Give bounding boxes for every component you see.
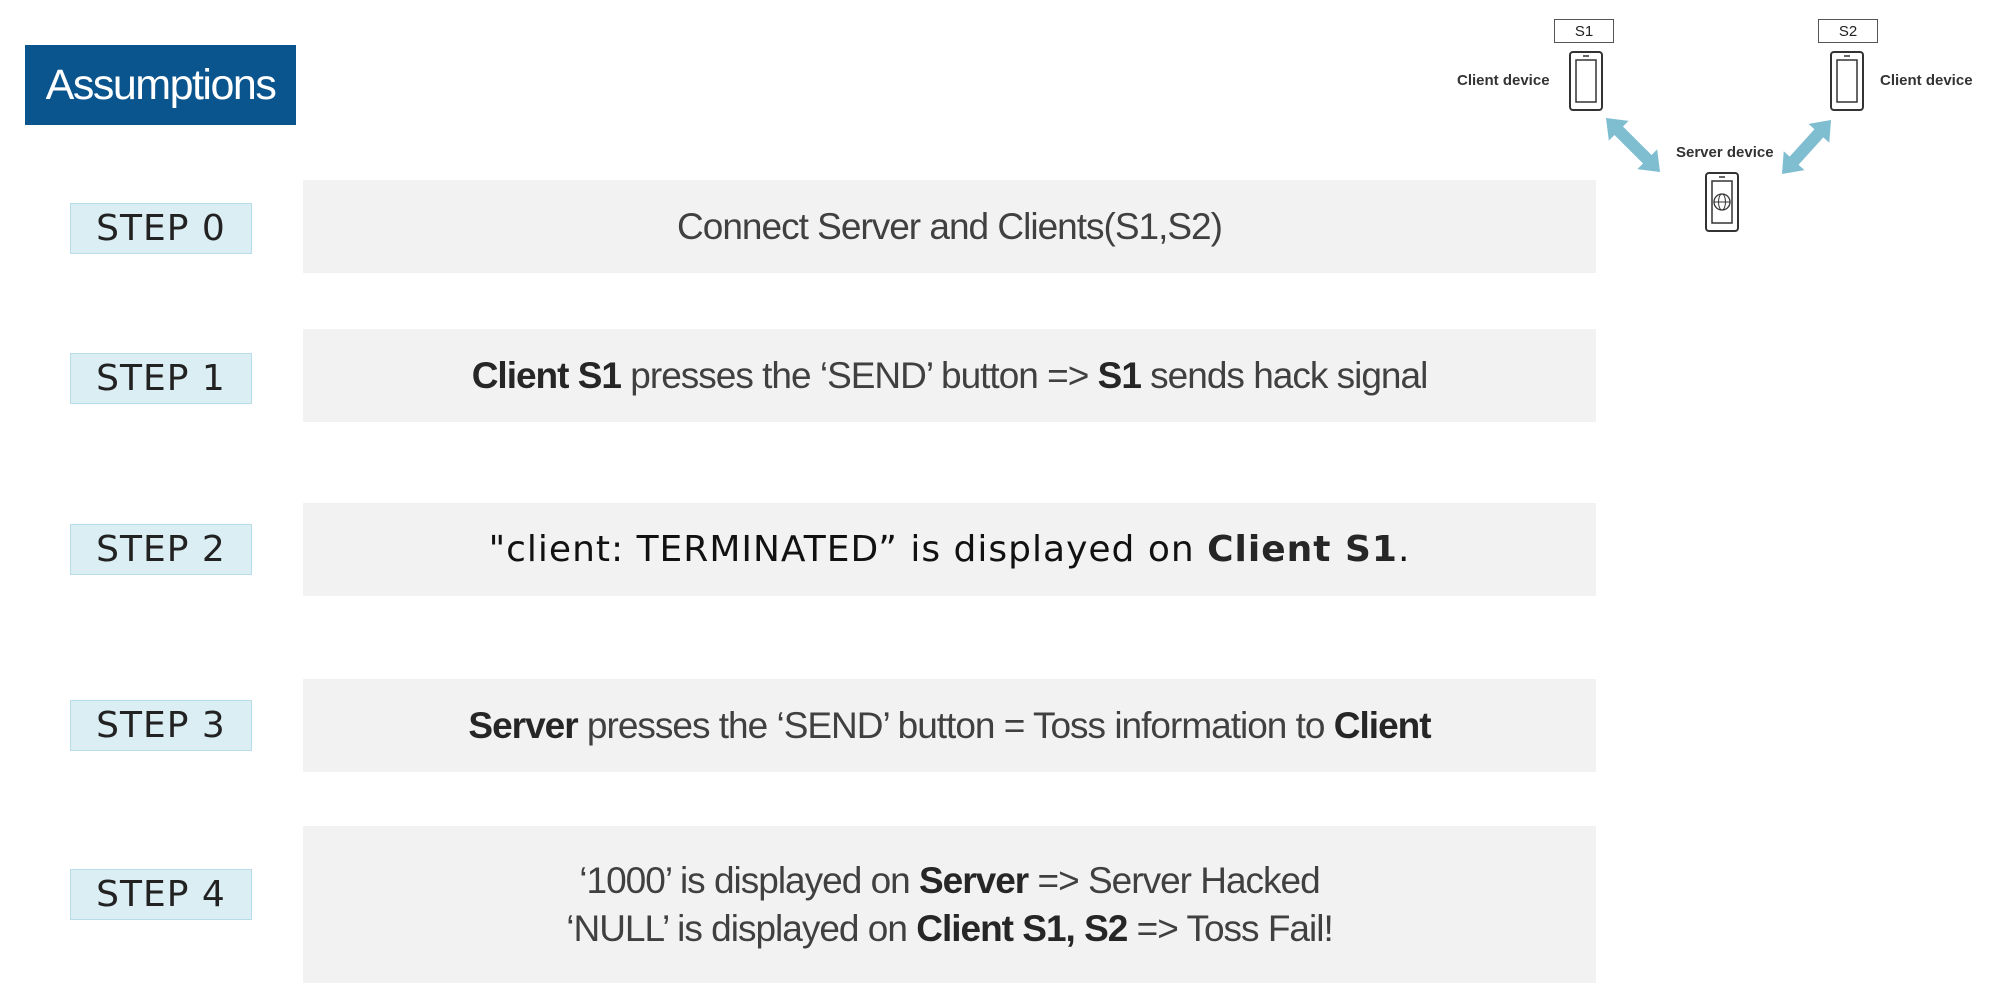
double-arrow-icon — [1782, 119, 1832, 174]
connection-arrows — [1606, 118, 1832, 174]
double-arrow-icon — [1606, 118, 1660, 172]
